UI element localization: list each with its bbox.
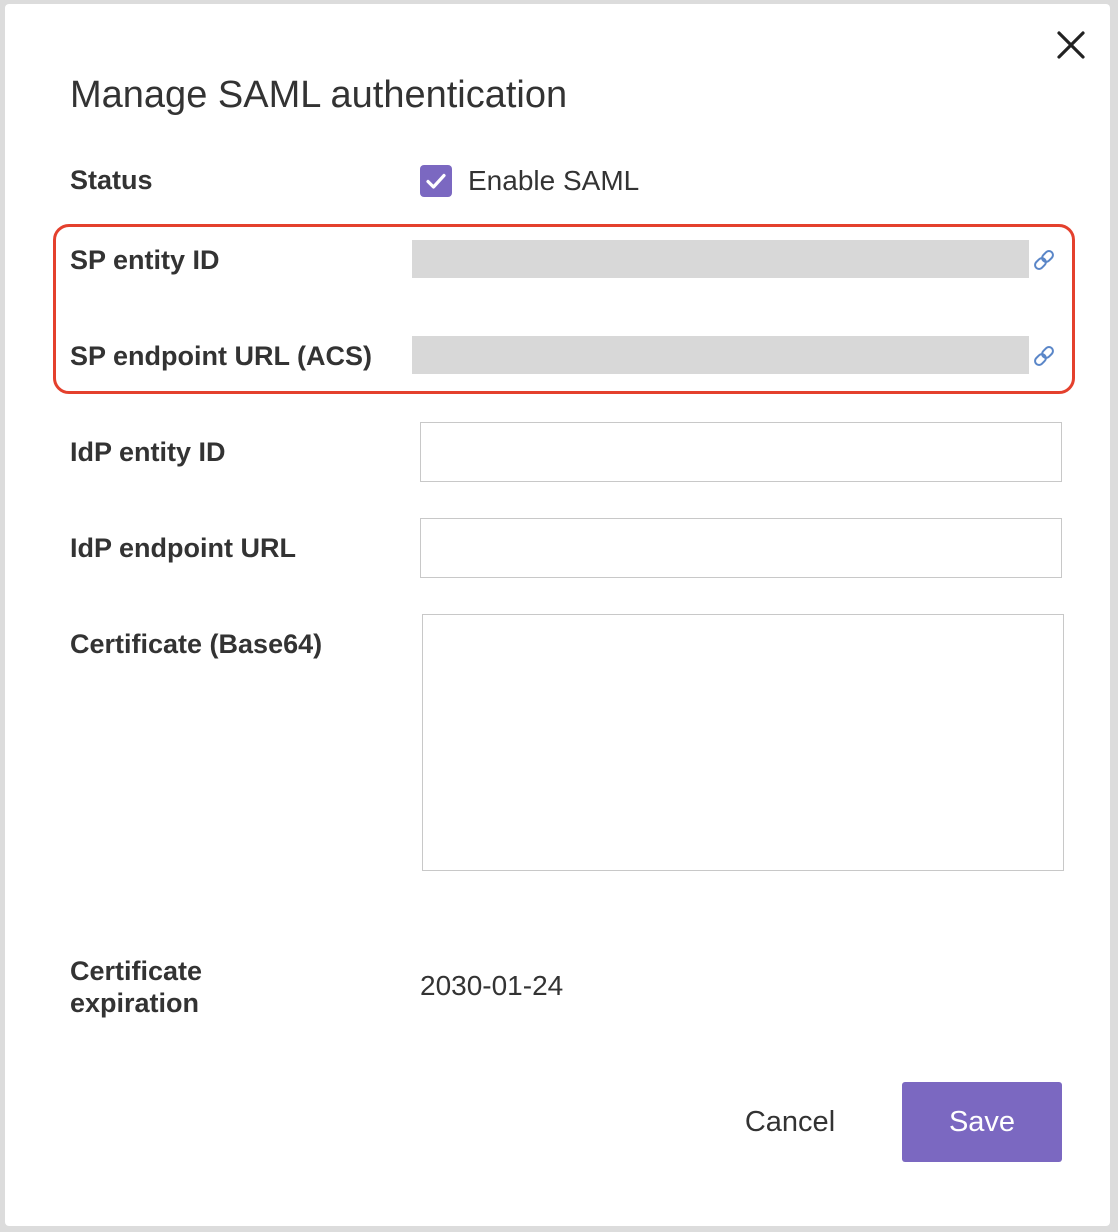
link-icon (1034, 346, 1054, 366)
certificate-expiration-label: Certificate expiration (70, 956, 203, 1018)
idp-endpoint-url-label: IdP endpoint URL (70, 533, 296, 563)
close-icon (1057, 31, 1085, 59)
sp-entity-id-copy-button[interactable] (1030, 246, 1058, 274)
dialog-title: Manage SAML authentication (70, 74, 568, 116)
sp-endpoint-url-value (412, 336, 1029, 374)
idp-entity-id-input[interactable] (420, 422, 1062, 482)
save-button[interactable]: Save (902, 1082, 1062, 1162)
sp-endpoint-url-label: SP endpoint URL (ACS) (70, 341, 372, 371)
certificate-textarea[interactable] (422, 614, 1064, 871)
enable-saml-checkbox[interactable] (420, 165, 452, 197)
idp-endpoint-url-input[interactable] (420, 518, 1062, 578)
idp-entity-id-label: IdP entity ID (70, 437, 226, 467)
enable-saml-label[interactable]: Enable SAML (468, 165, 639, 197)
checkmark-icon (426, 173, 446, 189)
link-icon (1034, 250, 1054, 270)
certificate-expiration-value: 2030-01-24 (420, 970, 564, 1001)
close-button[interactable] (1055, 29, 1087, 61)
sp-entity-id-label: SP entity ID (70, 245, 220, 275)
cancel-button[interactable]: Cancel (715, 1082, 865, 1162)
status-label: Status (70, 165, 153, 195)
sp-endpoint-url-copy-button[interactable] (1030, 342, 1058, 370)
saml-dialog: Manage SAML authentication Status Enable… (5, 4, 1110, 1226)
certificate-label: Certificate (Base64) (70, 629, 323, 659)
sp-entity-id-value (412, 240, 1029, 278)
